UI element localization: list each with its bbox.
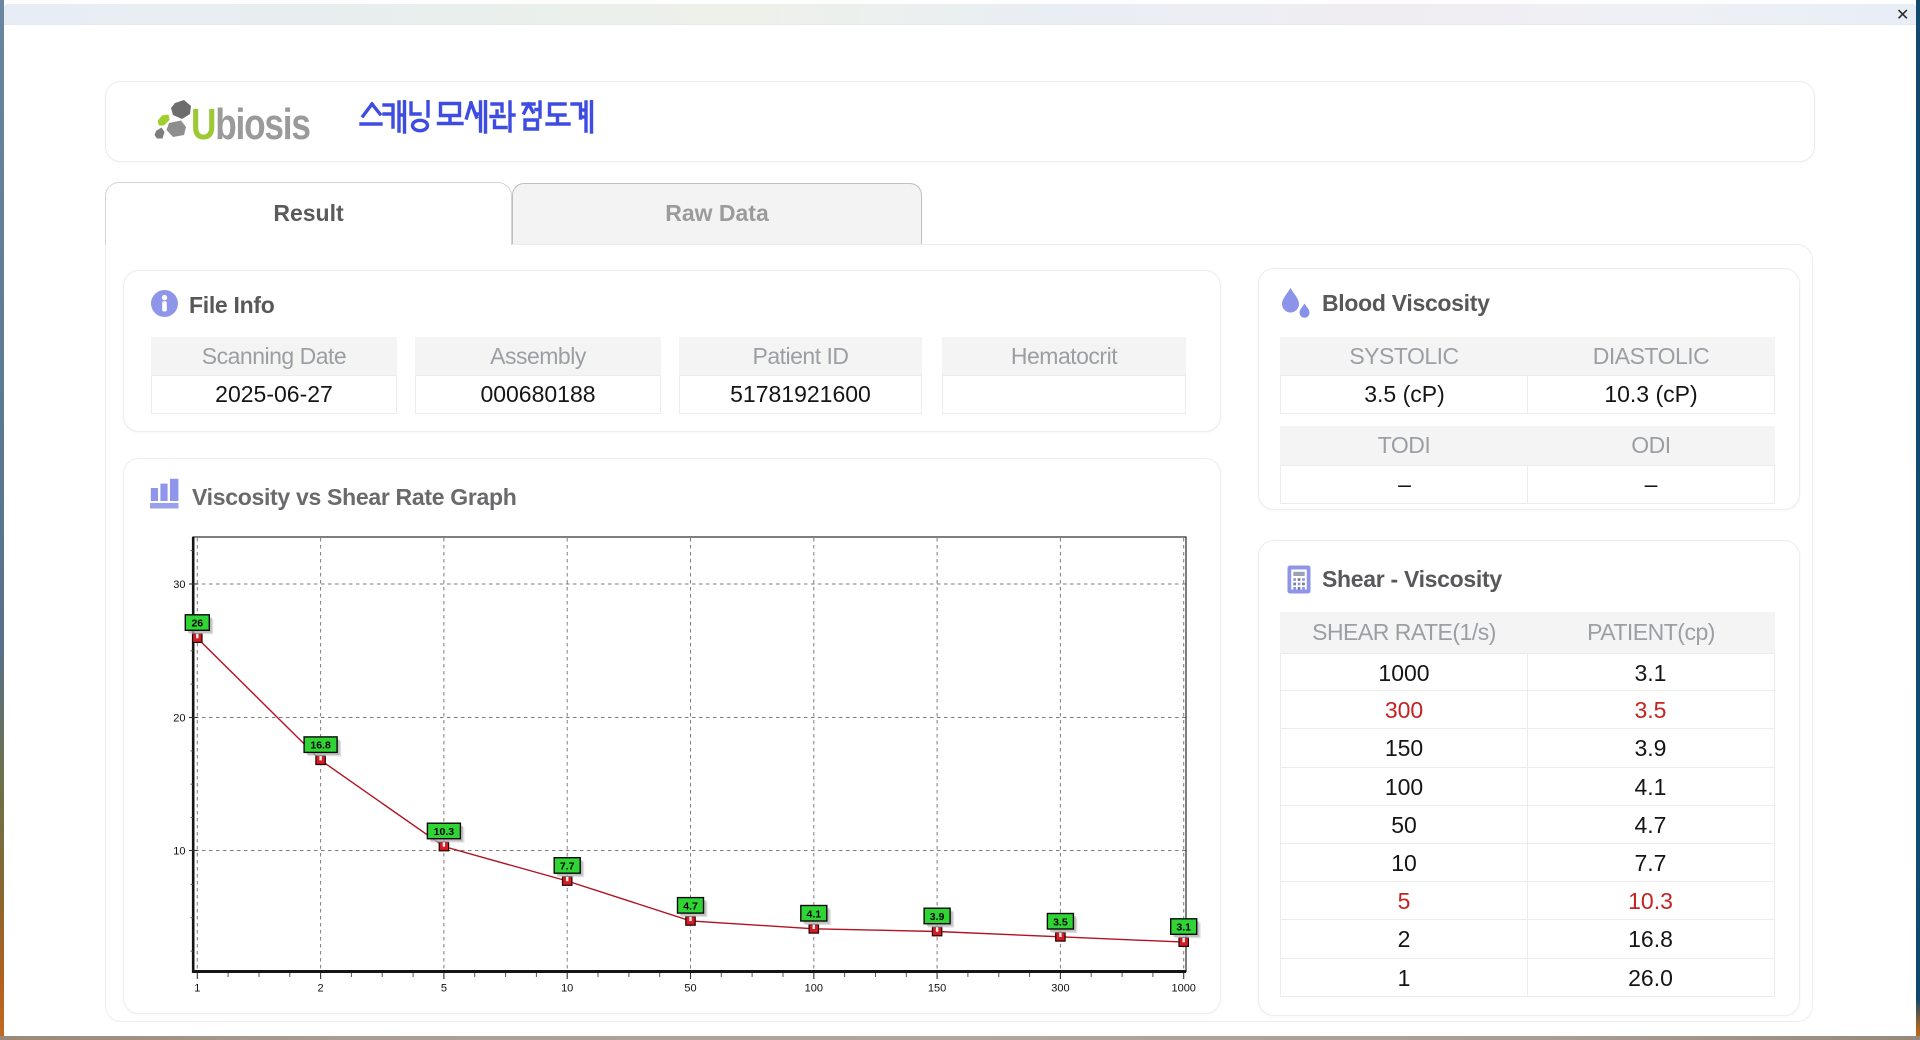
svg-text:3.1: 3.1	[1176, 922, 1191, 934]
svg-text:50: 50	[684, 983, 696, 995]
svg-text:5: 5	[441, 983, 447, 995]
svg-text:20: 20	[173, 713, 185, 725]
svg-text:30: 30	[173, 579, 185, 591]
svg-text:3.9: 3.9	[930, 911, 945, 923]
svg-text:300: 300	[1051, 983, 1069, 995]
svg-text:1000: 1000	[1171, 983, 1195, 995]
svg-text:16.8: 16.8	[310, 740, 331, 752]
svg-text:10: 10	[561, 983, 573, 995]
svg-text:1: 1	[194, 983, 200, 995]
svg-text:100: 100	[805, 983, 823, 995]
svg-text:10: 10	[173, 846, 185, 858]
svg-text:7.7: 7.7	[560, 861, 575, 873]
svg-text:3.5: 3.5	[1053, 916, 1068, 928]
svg-text:4.1: 4.1	[806, 908, 821, 920]
svg-text:2: 2	[318, 983, 324, 995]
svg-text:150: 150	[928, 983, 946, 995]
svg-text:10.3: 10.3	[434, 826, 455, 838]
svg-text:26: 26	[191, 618, 203, 630]
svg-text:4.7: 4.7	[683, 900, 698, 912]
